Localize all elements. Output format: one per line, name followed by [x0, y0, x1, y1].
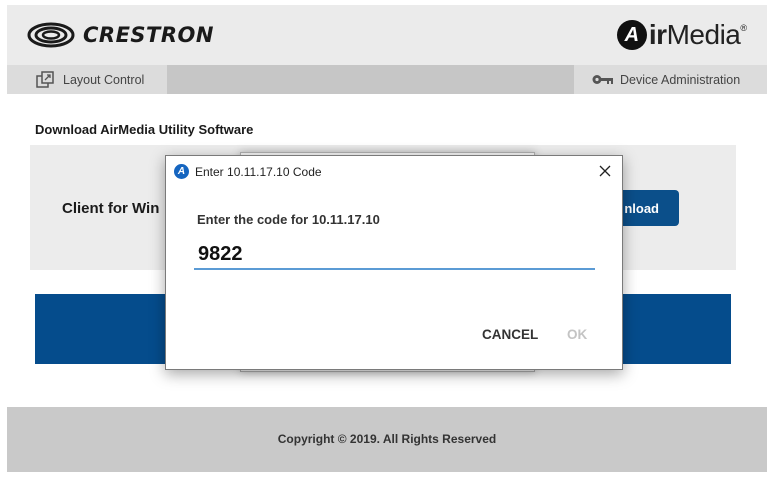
- header: CRESTRON A irMedia ®: [7, 5, 767, 65]
- code-input[interactable]: [194, 240, 595, 270]
- nav-layout-control-label: Layout Control: [63, 72, 145, 87]
- airmedia-a-icon: A: [616, 20, 647, 50]
- registered-mark: ®: [740, 23, 747, 33]
- copyright-text: Copyright © 2019. All Rights Reserved: [277, 432, 497, 446]
- crestron-swirl-icon: [27, 22, 75, 48]
- close-icon: [599, 165, 611, 177]
- enter-code-dialog: A Enter 10.11.17.10 Code Enter the code …: [165, 155, 623, 370]
- section-title: Download AirMedia Utility Software: [35, 122, 254, 137]
- client-label: Client for Win: [62, 200, 160, 217]
- nav-device-administration[interactable]: Device Administration: [574, 65, 767, 94]
- crestron-wordmark: CRESTRON: [83, 23, 214, 47]
- footer: Copyright © 2019. All Rights Reserved: [7, 407, 767, 472]
- dialog-prompt: Enter the code for 10.11.17.10: [197, 212, 380, 227]
- airmedia-logo: A irMedia ®: [616, 17, 747, 53]
- nav-layout-control[interactable]: Layout Control: [7, 65, 167, 94]
- ok-button[interactable]: OK: [567, 327, 587, 342]
- crestron-logo: CRESTRON: [27, 21, 214, 49]
- navbar: Layout Control Device Administration: [7, 65, 767, 94]
- download-button-label: nload: [624, 200, 659, 216]
- airmedia-wordmark: irMedia: [648, 19, 741, 50]
- nav-device-administration-label: Device Administration: [620, 72, 741, 87]
- airmedia-app-icon: A: [174, 164, 189, 179]
- window-restore-icon: [36, 71, 54, 88]
- key-icon: [592, 75, 613, 84]
- close-button[interactable]: [596, 162, 614, 180]
- cancel-button[interactable]: CANCEL: [482, 327, 538, 342]
- dialog-title: Enter 10.11.17.10 Code: [195, 165, 322, 179]
- dialog-titlebar[interactable]: A Enter 10.11.17.10 Code: [166, 156, 622, 188]
